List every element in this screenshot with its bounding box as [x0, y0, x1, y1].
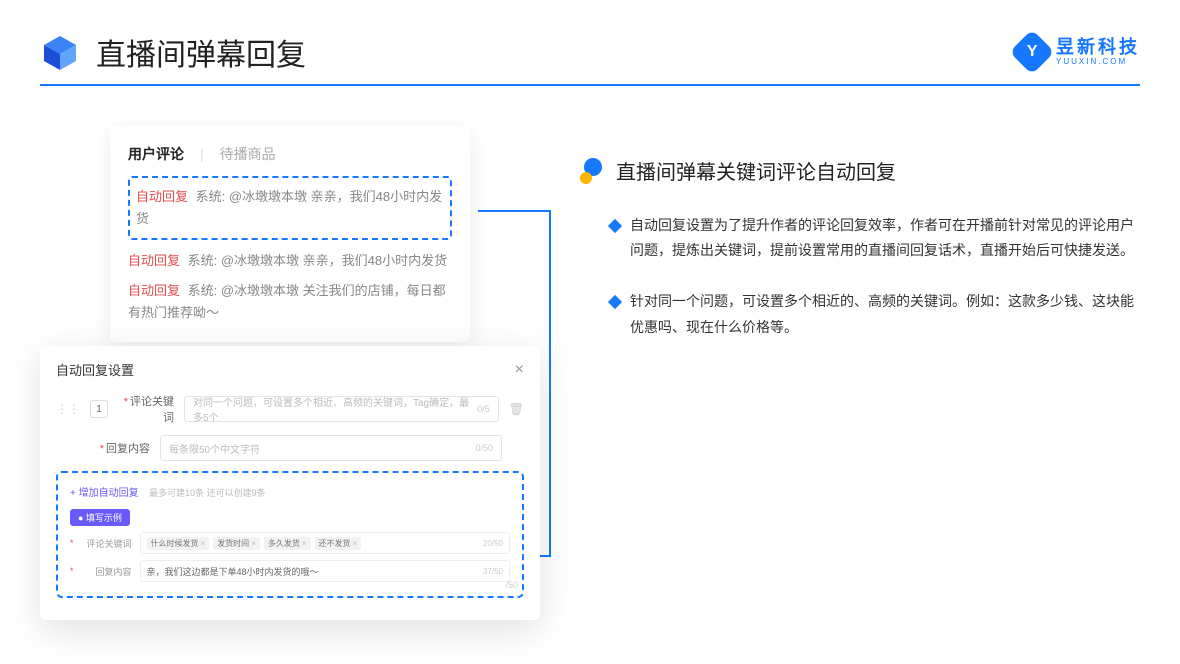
header-left: 直播间弹幕回复	[40, 30, 306, 74]
example-keyword-label: 评论关键词	[84, 537, 132, 550]
keyword-row: ⋮⋮ 1 *评论关键词 对同一个问题，可设置多个相近、高频的关键词，Tag确定，…	[56, 393, 524, 425]
logo-diamond-icon: Y	[1009, 29, 1054, 74]
auto-reply-tag: 自动回复	[128, 283, 180, 298]
auto-reply-modal: 自动回复设置 × ⋮⋮ 1 *评论关键词 对同一个问题，可设置多个相近、高频的关…	[40, 346, 540, 620]
diamond-icon	[608, 295, 622, 309]
tag-item: 还不发货×	[315, 537, 362, 550]
tag-item: 发货时间×	[213, 537, 260, 550]
comment-text: 系统: @冰墩墩本墩 亲亲，我们48小时内发货	[188, 253, 448, 268]
drag-handle-icon[interactable]: ⋮⋮	[56, 402, 80, 416]
auto-reply-tag: 自动回复	[136, 189, 188, 204]
right-content: 直播间弹幕关键词评论自动回复 自动回复设置为了提升作者的评论回复效率，作者可在开…	[580, 126, 1140, 366]
logo-text-en: YUUXIN.COM	[1056, 58, 1140, 66]
section-title: 直播间弹幕关键词评论自动回复	[616, 156, 896, 185]
add-hint: 最多可建10条 还可以创建9条	[149, 488, 266, 498]
close-icon[interactable]: ×	[515, 361, 524, 379]
example-area: + 增加自动回复 最多可建10条 还可以创建9条 ● 填写示例 * 评论关键词 …	[56, 471, 524, 598]
example-content-label: 回复内容	[84, 565, 132, 578]
section-header: 直播间弹幕关键词评论自动回复	[580, 156, 1140, 185]
keyword-input[interactable]: 对同一个问题，可设置多个相近、高频的关键词，Tag确定，最多5个 0/5	[184, 396, 499, 422]
content-input[interactable]: 每条限50个中文字符 0/50	[160, 435, 502, 461]
keyword-label: 评论关键词	[130, 396, 174, 424]
delete-icon[interactable]: 🗑	[509, 402, 524, 416]
bullet-text: 自动回复设置为了提升作者的评论回复效率，作者可在开播前针对常见的评论用户问题，提…	[630, 213, 1140, 263]
bullet-item: 针对同一个问题，可设置多个相近的、高频的关键词。例如：这款多少钱、这块能优惠吗、…	[580, 289, 1140, 339]
brand-logo: Y 昱新科技 YUUXIN.COM	[1016, 36, 1140, 68]
comments-panel: 用户评论 | 待播商品 自动回复 系统: @冰墩墩本墩 亲亲，我们48小时内发货…	[110, 126, 470, 342]
example-content-row: * 回复内容 亲，我们这边都是下单48小时内发货的哦～ 37/50	[70, 560, 510, 582]
tag-item: 多久发货×	[264, 537, 311, 550]
index-badge: 1	[90, 400, 108, 418]
tab-divider: |	[200, 146, 204, 162]
example-keyword-input[interactable]: 什么时候发货× 发货时间× 多久发货× 还不发货× 20/50	[140, 532, 510, 554]
tag-item: 什么时候发货×	[147, 537, 210, 550]
tab-user-comments[interactable]: 用户评论	[128, 144, 184, 164]
example-keyword-row: * 评论关键词 什么时候发货× 发货时间× 多久发货× 还不发货× 20/50	[70, 532, 510, 554]
example-badge: ● 填写示例	[70, 509, 130, 526]
comment-row: 自动回复 系统: @冰墩墩本墩 关注我们的店铺，每日都有热门推荐呦～	[128, 280, 452, 324]
tab-pending-goods[interactable]: 待播商品	[220, 144, 276, 164]
section-icon	[580, 158, 606, 184]
tabs: 用户评论 | 待播商品	[128, 144, 452, 164]
bullet-item: 自动回复设置为了提升作者的评论回复效率，作者可在开播前针对常见的评论用户问题，提…	[580, 213, 1140, 263]
logo-text-cn: 昱新科技	[1056, 38, 1140, 56]
page-header: 直播间弹幕回复 Y 昱新科技 YUUXIN.COM	[0, 0, 1180, 84]
cube-icon	[40, 32, 80, 72]
diamond-icon	[608, 219, 622, 233]
modal-title: 自动回复设置	[56, 360, 134, 379]
auto-reply-tag: 自动回复	[128, 253, 180, 268]
content-row: *回复内容 每条限50个中文字符 0/50	[56, 435, 524, 461]
content-label: 回复内容	[106, 443, 150, 455]
comment-row: 自动回复 系统: @冰墩墩本墩 亲亲，我们48小时内发货	[128, 250, 452, 272]
left-illustration: 用户评论 | 待播商品 自动回复 系统: @冰墩墩本墩 亲亲，我们48小时内发货…	[40, 126, 540, 366]
extra-count: /50	[505, 580, 518, 590]
bullet-text: 针对同一个问题，可设置多个相近的、高频的关键词。例如：这款多少钱、这块能优惠吗、…	[630, 289, 1140, 339]
highlighted-comment: 自动回复 系统: @冰墩墩本墩 亲亲，我们48小时内发货	[128, 176, 452, 240]
page-title: 直播间弹幕回复	[96, 30, 306, 74]
add-auto-reply-link[interactable]: + 增加自动回复	[70, 488, 139, 499]
example-content-input[interactable]: 亲，我们这边都是下单48小时内发货的哦～ 37/50	[140, 560, 510, 582]
